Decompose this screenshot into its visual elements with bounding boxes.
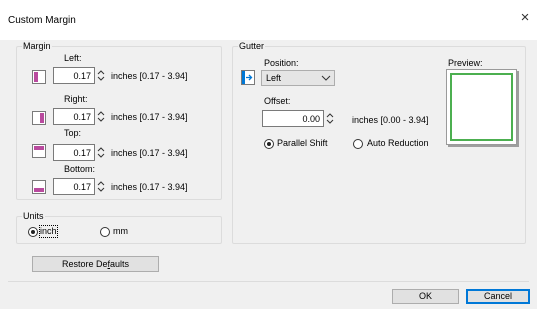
margin-legend: Margin — [23, 41, 51, 51]
gutter-offset-label: Offset: — [264, 96, 291, 106]
left-margin-range: inches [0.17 - 3.94] — [111, 71, 188, 81]
preview-label: Preview: — [448, 58, 483, 68]
right-margin-label: Right: — [64, 94, 88, 104]
dialog-title: Custom Margin — [8, 15, 76, 26]
chevron-down-icon[interactable] — [321, 74, 331, 82]
preview-page-frame — [450, 73, 513, 141]
parallel-shift-label[interactable]: Parallel Shift — [277, 138, 328, 149]
left-margin-label: Left: — [64, 53, 82, 63]
gutter-offset-input[interactable]: 0.00 — [262, 110, 324, 127]
auto-reduction-label[interactable]: Auto Reduction — [367, 138, 429, 149]
top-margin-input[interactable]: 0.17 — [53, 144, 95, 161]
restore-defaults-label-start: Restore De — [61, 259, 108, 269]
restore-defaults-button[interactable]: Restore Defaults — [32, 256, 159, 272]
bottom-margin-range: inches [0.17 - 3.94] — [111, 182, 188, 192]
cancel-button[interactable]: Cancel — [466, 289, 530, 304]
ok-button[interactable]: OK — [392, 289, 459, 304]
left-margin-input[interactable]: 0.17 — [53, 67, 95, 84]
top-margin-icon — [32, 144, 46, 158]
units-legend: Units — [23, 211, 44, 221]
inch-radio[interactable] — [28, 227, 38, 237]
gutter-position-icon — [241, 70, 255, 85]
restore-defaults-label-end: aults — [110, 259, 130, 269]
footer-divider — [8, 281, 529, 282]
top-margin-range: inches [0.17 - 3.94] — [111, 148, 188, 158]
mm-radio[interactable] — [100, 227, 110, 237]
gutter-position-value: Left — [266, 73, 282, 83]
auto-reduction-radio[interactable] — [353, 139, 363, 149]
top-margin-label: Top: — [64, 128, 82, 138]
parallel-shift-radio[interactable] — [264, 139, 274, 149]
right-margin-icon — [32, 111, 46, 125]
mm-radio-label[interactable]: mm — [113, 226, 128, 237]
bottom-margin-input[interactable]: 0.17 — [53, 178, 95, 195]
margin-preview — [446, 69, 517, 145]
right-margin-input[interactable]: 0.17 — [53, 108, 95, 125]
gutter-offset-spinner[interactable] — [326, 110, 334, 127]
gutter-legend: Gutter — [239, 41, 265, 51]
top-margin-spinner[interactable] — [97, 144, 105, 161]
left-margin-spinner[interactable] — [97, 67, 105, 84]
bottom-margin-label: Bottom: — [64, 164, 96, 174]
title-bar — [0, 0, 537, 40]
inch-radio-label[interactable]: inch — [39, 225, 58, 238]
gutter-position-label: Position: — [264, 58, 299, 68]
gutter-offset-range: inches [0.00 - 3.94] — [352, 115, 429, 125]
left-margin-icon — [32, 70, 46, 84]
right-margin-spinner[interactable] — [97, 108, 105, 125]
right-margin-range: inches [0.17 - 3.94] — [111, 112, 188, 122]
close-icon[interactable]: × — [518, 10, 532, 25]
bottom-margin-spinner[interactable] — [97, 178, 105, 195]
bottom-margin-icon — [32, 180, 46, 194]
